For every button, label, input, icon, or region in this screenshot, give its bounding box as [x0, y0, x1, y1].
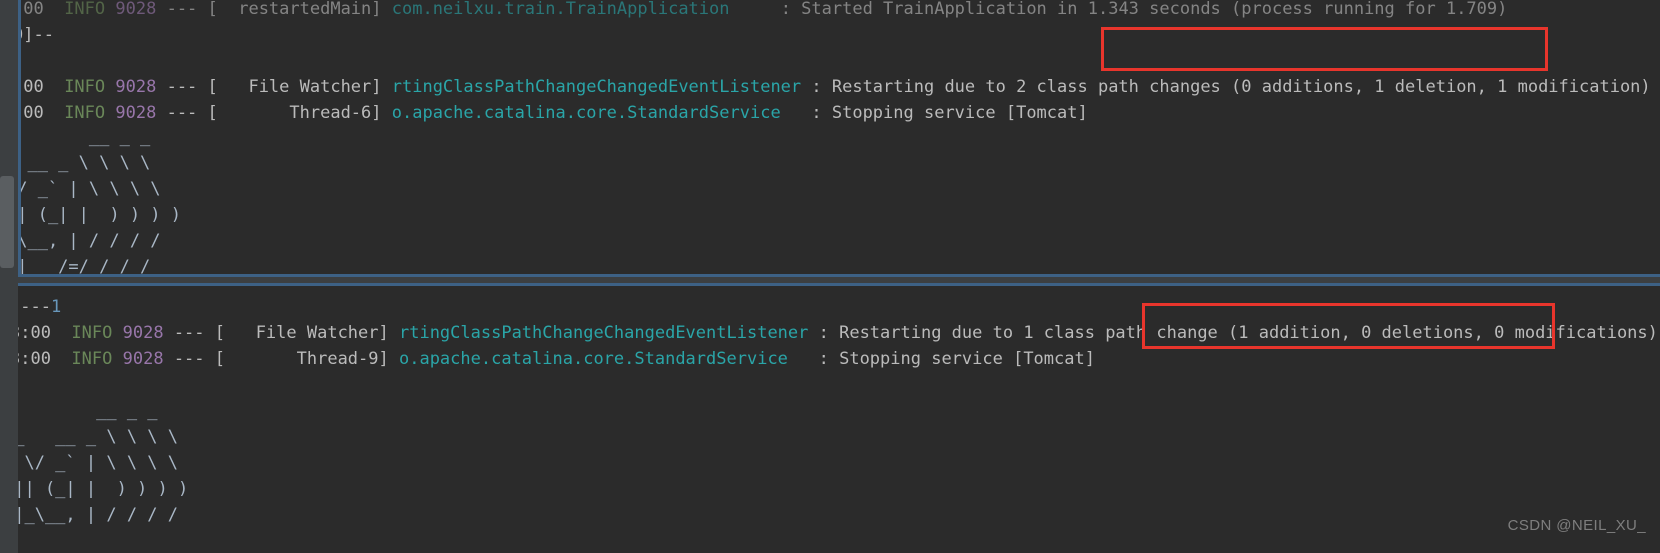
ide-console-screen: :00 INFO 9028 --- [ restartedMain] com.n… — [0, 0, 1660, 553]
log-segment: 1 — [50, 297, 62, 317]
log-segment: 0]-- — [21, 25, 54, 45]
log-segment: 3:00 — [18, 323, 51, 343]
log-segment: 9028 — [115, 0, 157, 19]
ascii-banner-row: | (_| | ) ) ) ) — [18, 205, 181, 225]
ascii-banner-row: __ _ \ \ \ \ — [18, 153, 151, 173]
ascii-banner-row: || (_| | ) ) ) ) — [18, 479, 189, 499]
log-segment — [105, 0, 115, 19]
log-line: 3:00 INFO 9028 --- [ File Watcher] rting… — [18, 320, 1658, 346]
log-segment: o.apache.catalina.core.StandardService — [398, 349, 788, 369]
log-line: :00 INFO 9028 --- [ File Watcher] rtingC… — [18, 74, 1651, 100]
log-segment: --- [ Thread-6] — [156, 103, 392, 123]
ascii-banner-row: _\__, | / / / / — [18, 231, 161, 251]
horizontal-scrollbar-track[interactable] — [18, 541, 1660, 553]
log-segment: :00 — [18, 77, 65, 97]
log-segment: : Started TrainApplication in 1.343 seco… — [729, 0, 1508, 19]
log-segment: 9028 — [115, 103, 157, 123]
ascii-banner-row: __ _ _ — [18, 401, 158, 421]
log-segment: INFO — [71, 323, 113, 343]
log-segment — [112, 323, 122, 343]
log-segment: : Restarting due to 1 class path change … — [808, 323, 1658, 343]
log-line: :00 INFO 9028 --- [ restartedMain] com.n… — [18, 0, 1651, 22]
upper-console-log-text: :00 INFO 9028 --- [ restartedMain] com.n… — [18, 0, 1651, 126]
upper-run-console-panel[interactable]: :00 INFO 9028 --- [ restartedMain] com.n… — [18, 0, 1660, 277]
ascii-banner-row: |_\__, | / / / / — [18, 505, 178, 525]
ascii-banner-row: _ __ _ \ \ \ \ — [18, 427, 178, 447]
log-line: :00 INFO 9028 --- [ Thread-6] o.apache.c… — [18, 100, 1651, 126]
log-segment: rtingClassPathChangeChangedEventListener — [391, 77, 802, 97]
lower-console-log-text: ----13:00 INFO 9028 --- [ File Watcher] … — [18, 294, 1658, 372]
log-segment: INFO — [71, 349, 113, 369]
log-segment: o.apache.catalina.core.StandardService — [391, 103, 781, 123]
log-line: 3:00 INFO 9028 --- [ Thread-9] o.apache.… — [18, 346, 1658, 372]
log-segment: com.neilxu.train.TrainApplication — [391, 0, 730, 19]
log-segment: --- [ File Watcher] — [163, 323, 399, 343]
log-segment: 9028 — [122, 349, 164, 369]
log-line: 0]-- — [21, 22, 1651, 48]
ascii-banner-row: \/ _` | \ \ \ \ — [18, 453, 178, 473]
log-segment: --- [ Thread-9] — [163, 349, 399, 369]
lower-run-console-panel[interactable]: ----13:00 INFO 9028 --- [ File Watcher] … — [18, 286, 1660, 553]
log-segment: --- [ restartedMain] — [156, 0, 392, 19]
ascii-banner-row: __ _ _ — [18, 127, 151, 147]
log-segment: 9028 — [122, 323, 164, 343]
log-segment — [105, 77, 115, 97]
log-segment: : Stopping service [Tomcat] — [787, 349, 1095, 369]
log-segment: : Restarting due to 2 class path changes… — [801, 77, 1651, 97]
log-segment: INFO — [64, 77, 106, 97]
log-segment — [105, 103, 115, 123]
log-segment: 3:00 — [18, 349, 51, 369]
log-segment — [112, 349, 122, 369]
upper-spring-boot-ascii-banner: __ _ _ __ _ \ \ \ \ \/ _` | \ \ \ \ | (_|… — [18, 124, 181, 277]
log-segment: : Stopping service [Tomcat] — [780, 103, 1088, 123]
lower-spring-boot-ascii-banner: __ _ _ _ __ _ \ \ \ \ \/ _` | \ \ \ \ ||… — [18, 398, 188, 528]
log-segment: INFO — [64, 103, 106, 123]
log-segment: :00 — [18, 103, 65, 123]
vertical-scrollbar-track[interactable] — [0, 0, 18, 277]
log-segment: INFO — [64, 0, 106, 19]
log-line: ----1 — [18, 294, 1658, 320]
csdn-watermark: CSDN @NEIL_XU_ — [1507, 517, 1646, 534]
ascii-banner-row: =|___/=/_/_/_/ — [18, 257, 151, 277]
vertical-scrollbar-thumb[interactable] — [0, 176, 14, 268]
ascii-banner-row: \/ _` | \ \ \ \ — [18, 179, 161, 199]
log-segment: ---- — [18, 297, 51, 317]
log-segment: :00 — [18, 0, 65, 19]
log-segment: --- [ File Watcher] — [156, 77, 392, 97]
log-segment: 9028 — [115, 77, 157, 97]
log-segment: rtingClassPathChangeChangedEventListener — [398, 323, 809, 343]
